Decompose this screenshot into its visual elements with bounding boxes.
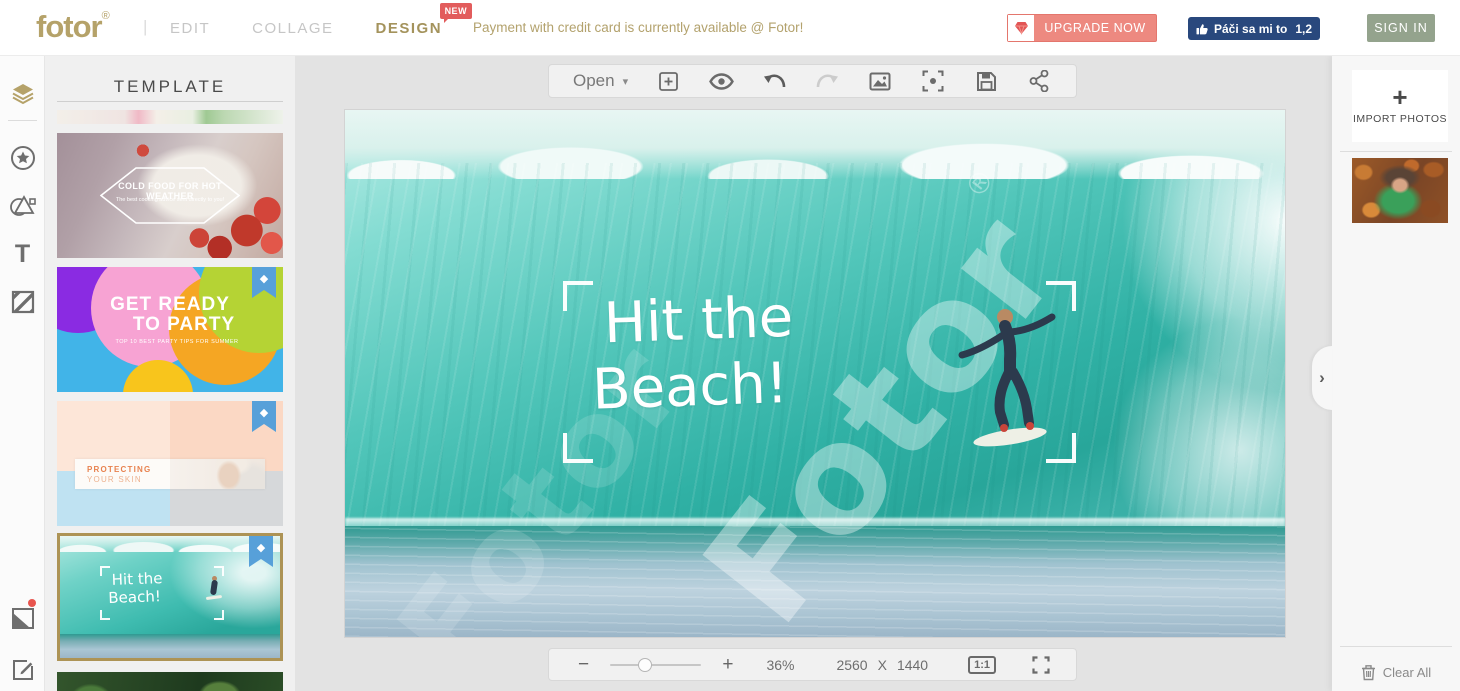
panel-collapse-handle[interactable]: › (1312, 346, 1332, 410)
model-photo (170, 459, 265, 489)
foam-art (60, 536, 280, 552)
template-title-block: Hit the Beach! (111, 569, 163, 607)
import-photos-button[interactable]: + IMPORT PHOTOS (1352, 70, 1448, 142)
zoom-percent: 36% (766, 657, 804, 673)
featured-star-icon[interactable] (0, 142, 45, 174)
chevron-right-icon: › (1319, 368, 1325, 388)
fullscreen-button[interactable] (1032, 656, 1050, 674)
panel-divider (1340, 151, 1452, 152)
corner-bracket (100, 566, 110, 576)
actual-size-button[interactable]: 1:1 (968, 656, 996, 674)
zoom-bar: − + 36% 2560 X 1440 1:1 (548, 648, 1077, 681)
template-title-block: PROTECTING YOUR SKIN (75, 459, 265, 489)
corner-bracket (100, 610, 110, 620)
nav-edit[interactable]: EDIT (170, 20, 210, 37)
main-nav: EDIT COLLAGE DESIGN NEW (170, 0, 442, 56)
preview-eye-button[interactable] (708, 68, 734, 94)
logo-registered-mark: ® (102, 10, 110, 22)
undo-button[interactable] (761, 68, 787, 94)
template-thumb-party[interactable]: GET READY TO PARTY TOP 10 BEST PARTY TIP… (57, 267, 283, 392)
zoom-slider-track[interactable] (610, 664, 701, 666)
screenshot-focus-button[interactable] (920, 68, 946, 94)
corner-bracket (1046, 433, 1076, 463)
panel-divider (1340, 646, 1452, 647)
template-thumb-partial[interactable] (57, 110, 283, 124)
template-divider (57, 101, 283, 102)
background-icon[interactable] (0, 286, 45, 318)
layers-icon[interactable] (0, 78, 45, 110)
nav-collage[interactable]: COLLAGE (252, 20, 333, 37)
imported-photo-thumbnail[interactable] (1352, 158, 1448, 223)
promo-notice: Payment with credit card is currently av… (473, 20, 803, 35)
rail-divider (8, 120, 37, 121)
template-thumb-cold-food[interactable]: COLD FOOD FOR HOT WEATHER The best cooki… (57, 133, 283, 258)
sign-in-button[interactable]: SIGN IN (1367, 14, 1435, 42)
canvas-heading-text[interactable]: Hit the Beach! (603, 285, 797, 424)
canvas-toolbar: Open ▾ (548, 64, 1077, 98)
water-art (60, 634, 280, 658)
zoom-in-button[interactable]: + (719, 654, 736, 676)
template-subtitle: The best cooking advice sent directly to… (100, 197, 240, 203)
text-tool-icon[interactable]: T (0, 238, 45, 270)
tool-rail: T (0, 56, 45, 691)
like-count: 1,2 (1295, 22, 1312, 36)
template-thumb-skin[interactable]: PROTECTING YOUR SKIN ◆ (57, 401, 283, 526)
hexagon-frame: COLD FOOD FOR HOT WEATHER The best cooki… (100, 167, 240, 224)
zoom-slider[interactable] (610, 658, 701, 672)
corner-bracket (563, 281, 593, 311)
corner-bracket (214, 566, 224, 576)
corner-bracket (563, 433, 593, 463)
facebook-like-button[interactable]: Páči sa mi to 1,2 (1188, 17, 1320, 40)
thumbs-up-icon (1196, 23, 1209, 35)
open-dropdown[interactable]: Open ▾ (573, 71, 628, 91)
surfer-art (206, 576, 222, 602)
zoom-out-button[interactable]: − (575, 654, 592, 676)
new-badge: NEW (440, 3, 473, 19)
header: fotor® | EDIT COLLAGE DESIGN NEW Payment… (0, 0, 1460, 56)
canvas-width: 2560 (836, 657, 867, 673)
insert-image-button[interactable] (867, 68, 893, 94)
add-canvas-button[interactable] (655, 68, 681, 94)
template-panel: TEMPLATE COLD FOOD FOR HOT WEATHER The b… (45, 56, 295, 691)
dimension-separator: X (878, 657, 887, 673)
trash-icon (1361, 664, 1376, 681)
photos-panel: + IMPORT PHOTOS Clear All (1332, 56, 1460, 691)
design-canvas[interactable]: Fotor Fotor® Hit the Beach! (345, 110, 1285, 637)
gem-icon (1008, 15, 1034, 41)
save-button[interactable] (973, 68, 999, 94)
corner-bracket (1046, 281, 1076, 311)
clipart-icon[interactable] (0, 602, 45, 634)
canvas-dimensions: 2560 X 1440 (836, 657, 928, 673)
nav-divider: | (143, 17, 147, 37)
template-title-block: GET READY TO PARTY TOP 10 BEST PARTY TIP… (57, 294, 283, 345)
feedback-icon[interactable] (0, 654, 45, 686)
clear-all-button[interactable]: Clear All (1332, 664, 1460, 681)
fotor-logo[interactable]: fotor® (36, 9, 110, 45)
template-thumb-leaves-partial[interactable] (57, 672, 283, 691)
shapes-icon[interactable] (0, 190, 45, 222)
corner-bracket (214, 610, 224, 620)
upgrade-now-button[interactable]: UPGRADE NOW (1007, 14, 1157, 42)
fotor-design-app: fotor® | EDIT COLLAGE DESIGN NEW Payment… (0, 0, 1460, 691)
template-panel-title: TEMPLATE (45, 77, 295, 97)
nav-design[interactable]: DESIGN NEW (376, 20, 443, 37)
share-button[interactable] (1026, 68, 1052, 94)
redo-button[interactable] (814, 68, 840, 94)
caret-down-icon: ▾ (623, 75, 629, 88)
zoom-slider-handle[interactable] (638, 658, 652, 672)
notification-dot (28, 599, 36, 607)
plus-icon: + (1392, 87, 1407, 108)
canvas-height: 1440 (897, 657, 928, 673)
template-thumb-beach-selected[interactable]: Hit the Beach! ◆ (57, 533, 283, 661)
